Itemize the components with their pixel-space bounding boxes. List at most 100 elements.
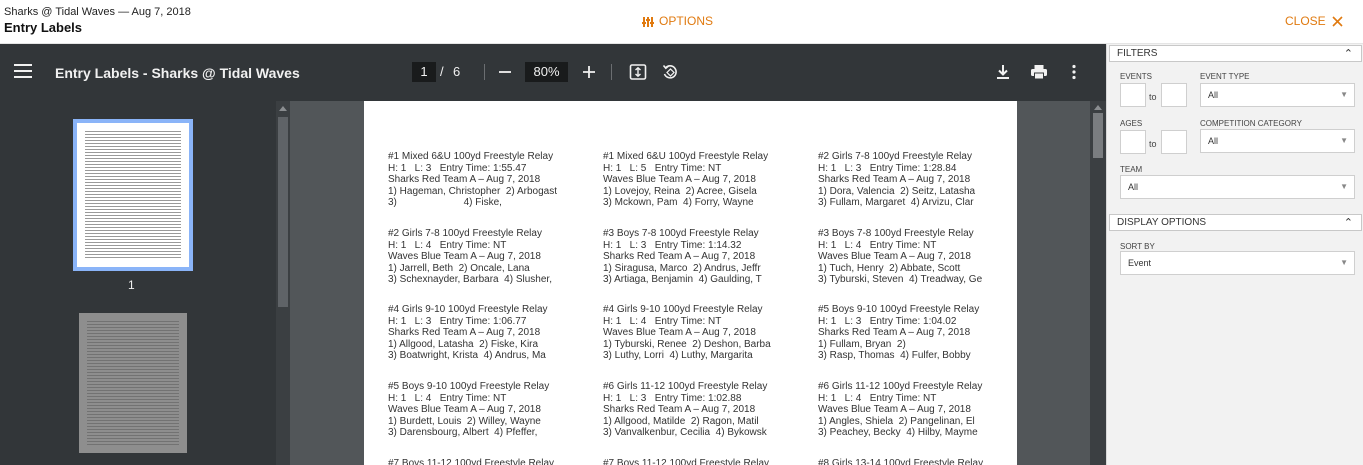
total-pages: 6 [453,64,461,79]
options-button[interactable]: OPTIONS [642,14,713,28]
display-options-section-header[interactable]: DISPLAY OPTIONS ⌃ [1109,214,1362,231]
entry-label: #5 Boys 9-10 100yd Freestyle Relay H: 1 L… [818,304,1028,362]
ages-from-input[interactable] [1120,130,1146,154]
entry-label-line: #2 Girls 7-8 100yd Freestyle Relay [388,228,542,239]
entry-label-line: 3) 4) Fiske, [388,197,502,208]
entry-label: #6 Girls 11-12 100yd Freestyle Relay H: 1… [603,381,813,439]
entry-label-line: 3) Luthy, Lorri 4) Luthy, Margarita [603,350,753,361]
events-to-label: to [1149,92,1157,102]
entry-label-line: 3) Vanvalkenbur, Cecilia 4) Bykowsk [603,427,767,438]
entry-label-line: Sharks Red Team A – Aug 7, 2018 [388,327,541,338]
entry-label: #3 Boys 7-8 100yd Freestyle Relay H: 1 L:… [818,228,1028,286]
close-label: CLOSE [1285,14,1326,28]
thumbnail-sidebar: 1 [0,101,290,465]
menu-icon[interactable] [14,64,32,80]
close-icon [1332,15,1343,27]
more-options-icon[interactable] [1062,60,1086,84]
entry-label: #5 Boys 9-10 100yd Freestyle Relay H: 1 L… [388,381,598,439]
meet-subtitle: Sharks @ Tidal Waves — Aug 7, 2018 [4,6,191,18]
chevron-up-icon[interactable]: ⌃ [1344,216,1353,231]
scroll-up-arrow-icon[interactable] [279,105,287,111]
entry-label: #4 Girls 9-10 100yd Freestyle Relay H: 1 … [388,304,598,362]
toolbar-divider [611,64,612,80]
entry-label: #6 Girls 11-12 100yd Freestyle Relay H: 1… [818,381,1028,439]
chevron-up-icon[interactable]: ⌃ [1344,47,1353,62]
dropdown-arrow-icon: ▼ [1340,182,1348,191]
event-type-label: EVENT TYPE [1200,72,1250,81]
entry-label-line: #3 Boys 7-8 100yd Freestyle Relay [603,228,759,239]
event-type-value: All [1208,90,1219,100]
entry-label-line: 1) Lovejoy, Reina 2) Acree, Gisela [603,185,757,197]
page-thumbnail-2[interactable] [79,313,187,453]
entry-label-line: 3) Rasp, Thomas 4) Fulfer, Bobby [818,350,971,361]
zoom-out-icon[interactable] [493,60,517,84]
entry-label-line: #1 Mixed 6&U 100yd Freestyle Relay [603,151,769,162]
main-scrollbar[interactable] [1090,101,1106,465]
entry-label-line: 1) Hageman, Christopher 2) Arbogast [388,185,557,197]
entry-label-line: H: 1 L: 3 Entry Time: 1:02.88 [603,392,742,404]
entry-label-line: #6 Girls 11-12 100yd Freestyle Relay [818,381,983,392]
thumbnail-scrollbar-thumb[interactable] [278,117,288,307]
competition-category-label: COMPETITION CATEGORY [1200,119,1302,128]
entry-label-line: 1) Jarrell, Beth 2) Oncale, Lana [388,262,530,274]
entry-label-line: H: 1 L: 4 Entry Time: NT [818,239,937,251]
fit-page-icon[interactable] [626,60,650,84]
entry-label-line: #4 Girls 9-10 100yd Freestyle Relay [603,304,763,315]
sliders-icon [642,16,654,27]
entry-label-line: Waves Blue Team A – Aug 7, 2018 [388,251,541,262]
entry-label-line: H: 1 L: 5 Entry Time: NT [603,162,722,174]
entry-label-line: #8 Girls 13-14 100yd Freestyle Relay [818,458,984,465]
event-type-select[interactable]: All ▼ [1200,83,1355,107]
scroll-up-arrow-icon[interactable] [1094,104,1102,110]
sort-by-value: Event [1128,258,1152,268]
entry-label-line: 1) Allgood, Latasha 2) Fiske, Kira [388,338,539,350]
document-title: Entry Labels - Sharks @ Tidal Waves [55,65,300,81]
zoom-in-icon[interactable] [577,60,601,84]
entry-label-line: #1 Mixed 6&U 100yd Freestyle Relay [388,151,554,162]
entry-label: #7 Boys 11-12 100yd Freestyle Relay [388,458,598,465]
entry-label: #4 Girls 9-10 100yd Freestyle Relay H: 1 … [603,304,813,362]
entry-label-line: H: 1 L: 3 Entry Time: 1:06.77 [388,315,527,327]
zoom-input[interactable]: 80% [525,62,568,82]
ages-label: AGES [1120,119,1143,128]
entry-label-line: H: 1 L: 4 Entry Time: NT [818,392,937,404]
entry-label-line: Sharks Red Team A – Aug 7, 2018 [388,174,541,185]
team-select[interactable]: All ▼ [1120,175,1355,199]
thumbnail-scrollbar[interactable] [276,101,290,465]
entry-label-line: 3) Fullam, Margaret 4) Arvizu, Clar [818,197,974,208]
entry-label-line: #3 Boys 7-8 100yd Freestyle Relay [818,228,974,239]
pdf-page: #1 Mixed 6&U 100yd Freestyle Relay H: 1 L… [364,101,1017,465]
thumbnail-page-number: 1 [128,278,135,292]
main-scrollbar-thumb[interactable] [1093,113,1103,158]
print-icon[interactable] [1027,60,1051,84]
entry-label-line: #2 Girls 7-8 100yd Freestyle Relay [818,151,972,162]
entry-label: #1 Mixed 6&U 100yd Freestyle Relay H: 1 L… [388,151,598,209]
events-from-input[interactable] [1120,83,1146,107]
entry-label-line: H: 1 L: 3 Entry Time: 1:28.84 [818,162,957,174]
entry-label-line: #6 Girls 11-12 100yd Freestyle Relay [603,381,768,392]
options-label: OPTIONS [659,14,714,28]
download-icon[interactable] [991,60,1015,84]
entry-label-line: 3) Mckown, Pam 4) Forry, Wayne [603,197,754,208]
entry-label-line: Sharks Red Team A – Aug 7, 2018 [818,174,971,185]
pdf-viewer: Entry Labels - Sharks @ Tidal Waves 1 / … [0,44,1106,465]
ages-to-input[interactable] [1161,130,1187,154]
rotate-icon[interactable] [658,60,682,84]
entry-label-line: Waves Blue Team A – Aug 7, 2018 [818,251,971,262]
top-header: Sharks @ Tidal Waves — Aug 7, 2018 Entry… [0,0,1363,44]
entry-label: #7 Boys 11-12 100yd Freestyle Relay [603,458,813,465]
events-to-input[interactable] [1161,83,1187,107]
page-number-input[interactable]: 1 [412,62,436,82]
competition-category-select[interactable]: All ▼ [1200,129,1355,153]
entry-label-line: #5 Boys 9-10 100yd Freestyle Relay [818,304,980,315]
entry-label-line: H: 1 L: 3 Entry Time: 1:04.02 [818,315,957,327]
entry-label-line: #7 Boys 11-12 100yd Freestyle Relay [388,458,555,465]
entry-label-line: 3) Boatwright, Krista 4) Andrus, Ma [388,350,546,361]
close-button[interactable]: CLOSE [1285,14,1343,28]
entry-label-line: H: 1 L: 4 Entry Time: NT [388,239,507,251]
entry-label-line: H: 1 L: 3 Entry Time: 1:14.32 [603,239,742,251]
entry-label-line: Waves Blue Team A – Aug 7, 2018 [603,174,756,185]
sort-by-select[interactable]: Event ▼ [1120,251,1355,275]
page-thumbnail-1[interactable] [73,119,193,271]
filters-section-header[interactable]: FILTERS ⌃ [1109,45,1362,62]
